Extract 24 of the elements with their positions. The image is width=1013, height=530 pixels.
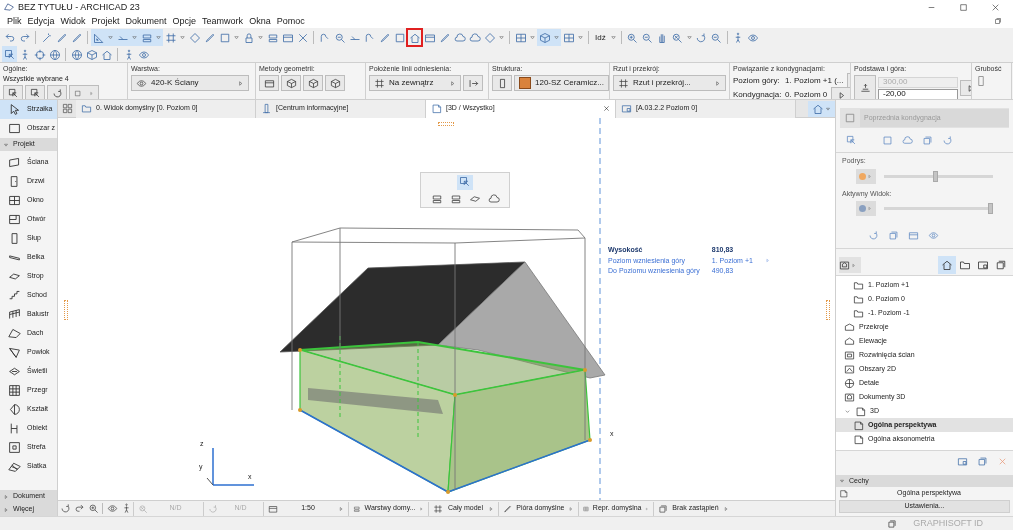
dropdown-value: 120-SZ Ceramicz... xyxy=(535,77,604,89)
menu-item[interactable]: Widok xyxy=(57,16,89,26)
dropdown[interactable]: Rzut i przekrój... xyxy=(613,75,726,91)
menu-item[interactable]: Projekt xyxy=(88,16,123,26)
menu-item[interactable]: Opcje xyxy=(169,16,200,26)
dropdown-value: 420-K Ściany xyxy=(151,77,200,89)
dropdown[interactable]: 120-SZ Ceramicz... xyxy=(514,75,609,91)
window-title: BEZ TYTUŁU - ARCHICAD 23 xyxy=(18,2,141,12)
go-button[interactable]: Idź xyxy=(592,29,609,46)
field-value: 0. Poziom 0 xyxy=(785,89,828,99)
field-label: Kondygnacja: xyxy=(733,89,781,99)
dropdown[interactable]: 420-K Ściany xyxy=(131,75,249,91)
menu-item[interactable]: Okna xyxy=(246,16,274,26)
menu-item[interactable]: Edycja xyxy=(24,16,58,26)
value-field[interactable]: -20,00 xyxy=(878,88,958,99)
field-label: Poziom góry: xyxy=(733,75,781,87)
menu-item[interactable]: Dokument xyxy=(122,16,170,26)
dropdown-value: Rzut i przekrój... xyxy=(633,77,692,89)
dropdown-value: Na zewnątrz xyxy=(389,77,435,89)
dropdown[interactable]: Na zewnątrz xyxy=(369,75,461,91)
field-value: 1. Poziom +1 (... xyxy=(785,75,844,87)
menu-item[interactable]: Teamwork xyxy=(199,16,247,26)
menu-item[interactable]: Plik xyxy=(4,16,25,26)
menu-item[interactable]: Pomoc xyxy=(273,16,308,26)
